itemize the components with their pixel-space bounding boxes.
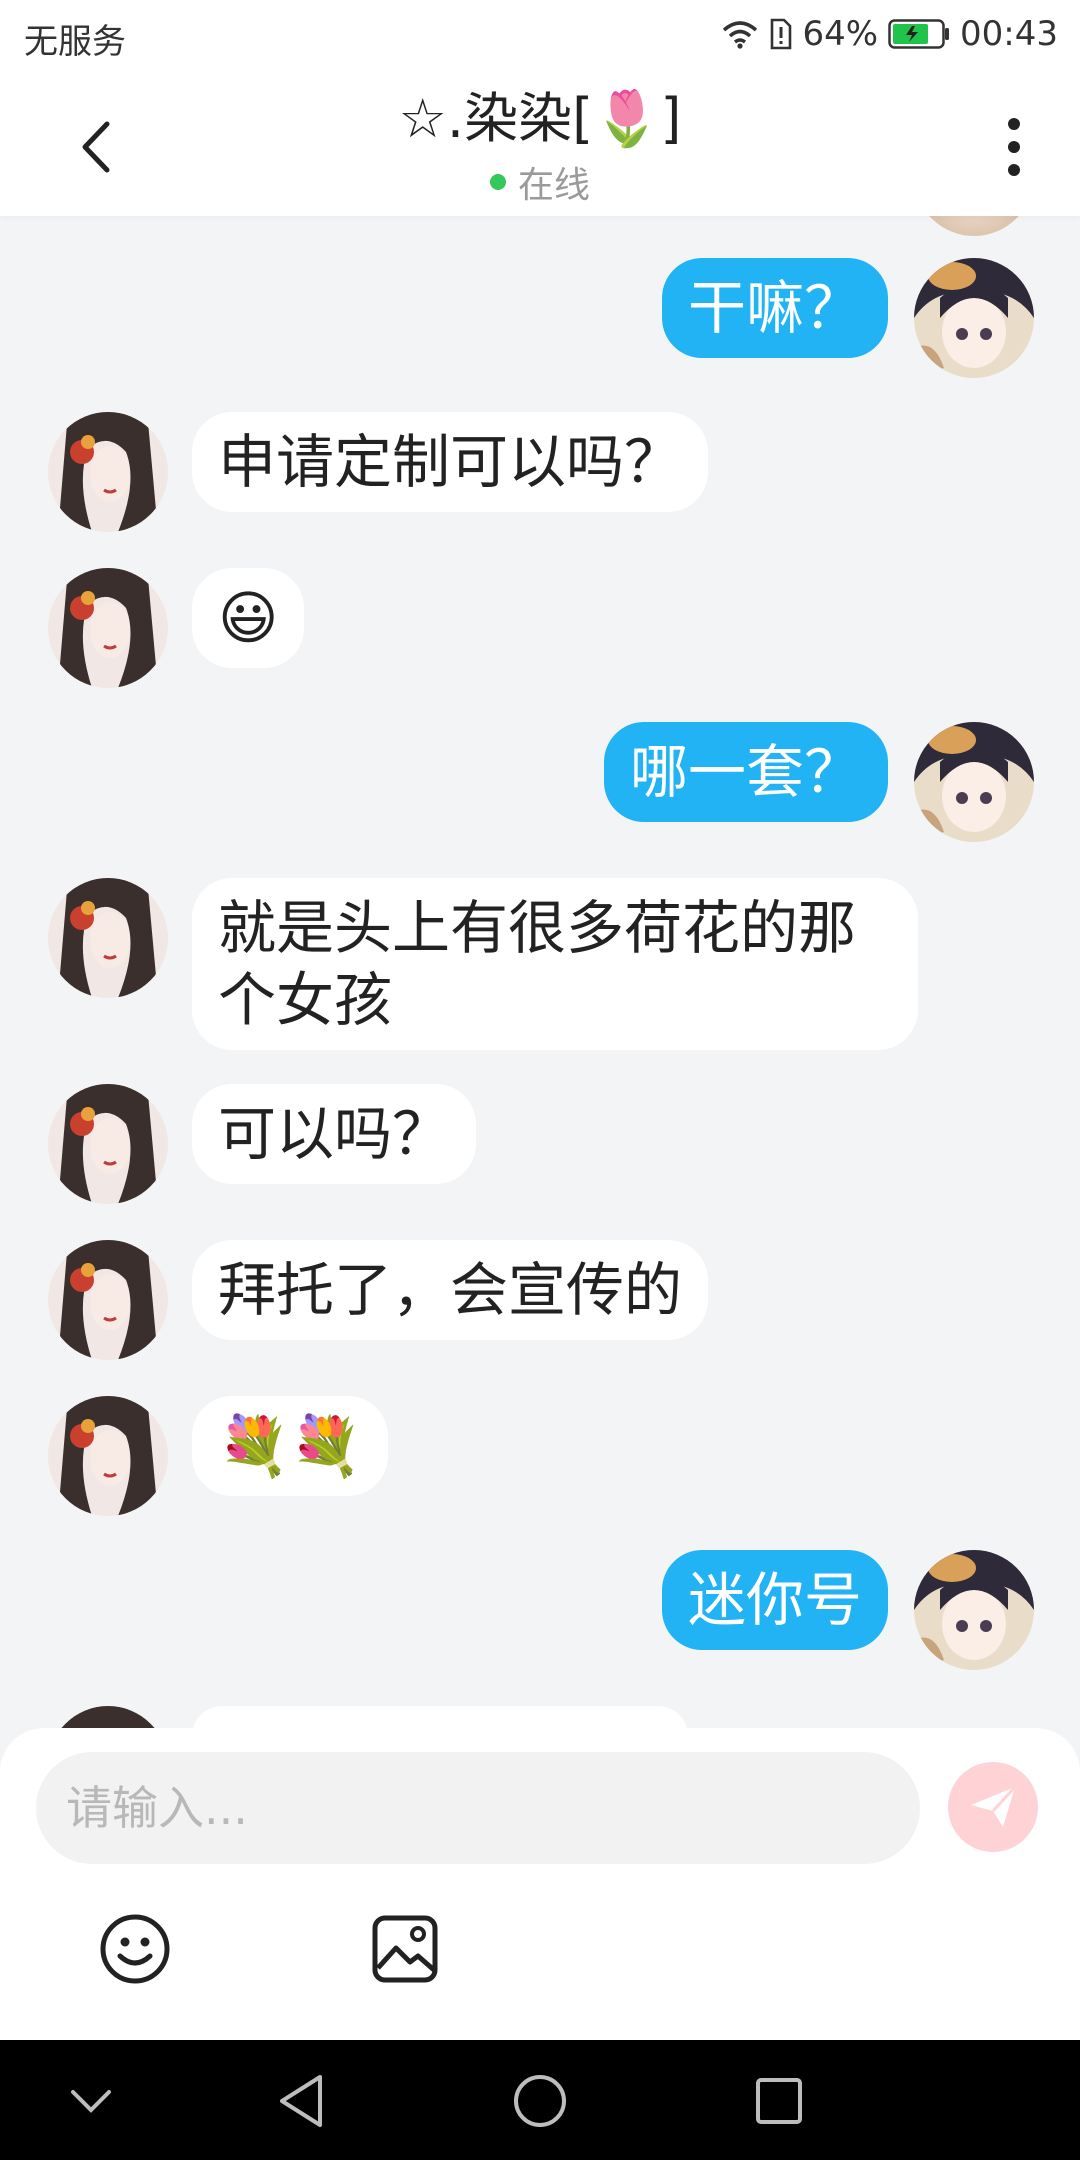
presence-label: 在线 <box>517 165 590 206</box>
message-bubble-incoming[interactable]: 拜托了，会宣传的 <box>192 1240 709 1340</box>
wifi-icon <box>723 21 758 49</box>
avatar-self[interactable] <box>914 1550 1034 1670</box>
image-icon <box>372 1915 438 1983</box>
message-bubble-outgoing[interactable]: 迷你号 <box>661 1550 888 1650</box>
message-bubble-incoming[interactable]: 😃 <box>192 568 305 668</box>
message-bubble-outgoing[interactable]: 干嘛？ <box>661 258 888 358</box>
message-bubble-incoming[interactable]: 可以吗？ <box>192 1084 477 1184</box>
avatar-contact-image <box>48 878 168 998</box>
message-input[interactable]: 请输入... <box>36 1752 920 1864</box>
more-dot <box>1008 141 1020 153</box>
status-icons: 64% 00:43 <box>720 14 1058 54</box>
avatar-self[interactable] <box>914 722 1034 842</box>
composer: 请输入... <box>0 1728 1080 2040</box>
image-button[interactable] <box>370 1912 440 1986</box>
more-dot <box>1008 164 1020 176</box>
avatar[interactable] <box>914 216 1034 236</box>
system-nav-bar <box>0 2040 1080 2160</box>
avatar-contact[interactable] <box>48 1084 168 1204</box>
online-dot <box>489 174 506 190</box>
avatar-self-image <box>914 258 1034 378</box>
chat-title: ☆.染染[🌷] <box>398 87 682 150</box>
message-bubble-incoming[interactable]: 就是头上有很多荷花的那个女孩 <box>192 878 918 1050</box>
message-bubble-outgoing[interactable]: 哪一套？ <box>603 722 888 822</box>
avatar-contact-image <box>48 1240 168 1360</box>
avatar-contact[interactable] <box>48 1240 168 1360</box>
clock: 00:43 <box>960 14 1058 54</box>
message-bubble-incoming[interactable]: 申请定制可以吗？ <box>192 412 709 512</box>
send-button[interactable] <box>948 1762 1038 1852</box>
home-circle-icon <box>514 2075 566 2127</box>
back-triangle-icon <box>280 2075 322 2127</box>
chat-header: ☆.染染[🌷] 在线 <box>0 76 1080 216</box>
status-bar: 无服务 64% 00:43 <box>0 0 1080 76</box>
nav-back-button[interactable] <box>266 2066 336 2136</box>
smiley-icon <box>100 1914 170 1984</box>
avatar-contact-image <box>48 1396 168 1516</box>
avatar-contact-image <box>48 412 168 532</box>
nav-recents-button[interactable] <box>744 2066 814 2136</box>
message-list[interactable]: 干嘛？ 申请定制可以吗？ 😃 哪一套？ 就是头上有很多荷花的那个女孩 可以吗？ … <box>0 216 1080 1728</box>
battery-percent: 64% <box>802 14 879 54</box>
message-bubble-incoming[interactable]: 💐💐 <box>192 1396 389 1496</box>
presence-status: 在线 <box>0 156 1080 208</box>
more-options-button[interactable] <box>994 110 1034 184</box>
carrier-text: 无服务 <box>24 22 126 62</box>
avatar-self-image <box>914 1550 1034 1670</box>
sim-alert-icon <box>771 18 792 50</box>
recents-square-icon <box>756 2078 802 2124</box>
avatar-contact-image <box>48 568 168 688</box>
avatar-self[interactable] <box>914 258 1034 378</box>
avatar-contact[interactable] <box>48 1396 168 1516</box>
more-vertical-icon <box>1008 118 1020 130</box>
avatar-contact-image <box>48 1084 168 1204</box>
emoji-button[interactable] <box>98 1912 172 1986</box>
send-icon <box>971 1785 1017 1827</box>
avatar-self-image <box>914 722 1034 842</box>
avatar-contact[interactable] <box>48 568 168 688</box>
message-bubble-incoming-partial[interactable] <box>192 1706 688 1728</box>
avatar-contact[interactable] <box>48 878 168 998</box>
avatar-contact[interactable] <box>48 412 168 532</box>
avatar-contact[interactable] <box>48 1706 168 1728</box>
battery-icon <box>888 19 950 49</box>
nav-home-button[interactable] <box>505 2066 575 2136</box>
chevron-down-icon <box>71 2090 111 2113</box>
nav-collapse-button[interactable] <box>56 2066 126 2136</box>
